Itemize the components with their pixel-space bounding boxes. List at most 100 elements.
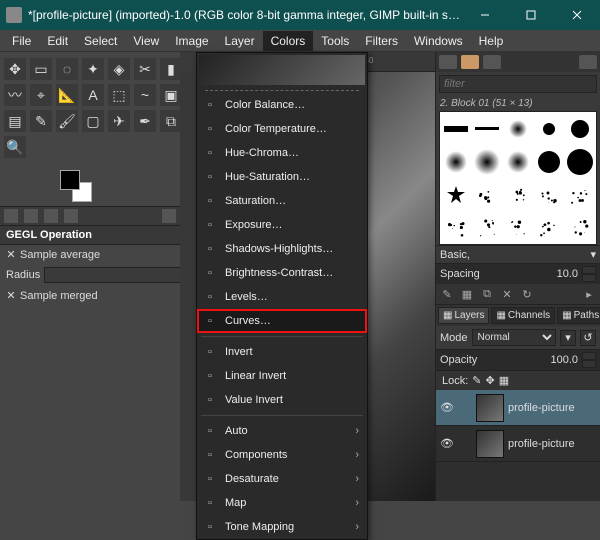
brush-item[interactable] (565, 211, 596, 244)
refresh-icon[interactable]: ↻ (520, 287, 534, 301)
tool-7[interactable]: 〰 (4, 84, 26, 106)
brush-item[interactable] (471, 178, 502, 211)
menu-item-auto[interactable]: ▫Auto› (197, 419, 367, 443)
tab-icon[interactable] (64, 209, 78, 223)
spacing-spinner[interactable] (582, 266, 596, 282)
menu-item-invert[interactable]: ▫Invert (197, 340, 367, 364)
menu-item-hue-chroma[interactable]: ▫Hue-Chroma… (197, 141, 367, 165)
menu-item-linear-invert[interactable]: ▫Linear Invert (197, 364, 367, 388)
tool-19[interactable]: ✒ (134, 110, 156, 132)
lock-pixels-icon[interactable]: ✎ (472, 374, 481, 387)
menu-tools[interactable]: Tools (313, 31, 357, 51)
brush-item[interactable] (502, 145, 533, 178)
edit-icon[interactable]: ✎ (440, 287, 454, 301)
tool-21[interactable]: 🔍 (4, 136, 26, 158)
tab-channels[interactable]: ▦Channels (491, 307, 555, 324)
menu-layer[interactable]: Layer (217, 31, 263, 51)
brush-item[interactable] (440, 178, 471, 211)
brush-item[interactable] (565, 178, 596, 211)
sample-merged-row[interactable]: ✕ Sample merged (0, 286, 180, 305)
menu-item-hue-saturation[interactable]: ▫Hue-Saturation… (197, 165, 367, 189)
close-icon[interactable]: ✕ (6, 248, 16, 261)
tool-17[interactable]: ▢ (82, 110, 104, 132)
menu-item-map[interactable]: ▫Map› (197, 491, 367, 515)
menu-item-color-balance[interactable]: ▫Color Balance… (197, 93, 367, 117)
brush-item[interactable] (534, 145, 565, 178)
tool-2[interactable]: ◌ (56, 58, 78, 80)
brush-item[interactable] (440, 211, 471, 244)
visibility-icon[interactable]: 👁 (440, 401, 454, 414)
sample-average-row[interactable]: ✕ Sample average (0, 245, 180, 264)
brush-item[interactable] (471, 211, 502, 244)
minimize-button[interactable] (462, 0, 508, 30)
tab-icon[interactable] (24, 209, 38, 223)
tool-3[interactable]: ✦ (82, 58, 104, 80)
tool-15[interactable]: ✎ (30, 110, 52, 132)
brush-item[interactable] (534, 211, 565, 244)
delete-icon[interactable]: ✕ (500, 287, 514, 301)
radius-input[interactable] (44, 267, 194, 283)
menu-item-curves[interactable]: ▫Curves… (197, 309, 367, 333)
menu-edit[interactable]: Edit (39, 31, 76, 51)
layer-row[interactable]: 👁profile-picture (436, 426, 600, 462)
tab-icon[interactable] (4, 209, 18, 223)
brush-item[interactable] (471, 112, 502, 145)
tool-20[interactable]: ⧉ (160, 110, 182, 132)
tab-paths[interactable]: ▦Paths (557, 307, 600, 324)
brush-item[interactable] (440, 112, 471, 145)
menu-filters[interactable]: Filters (357, 31, 406, 51)
tool-12[interactable]: ~ (134, 84, 156, 106)
menu-tearoff[interactable] (205, 87, 359, 91)
mode-select[interactable]: Normal (472, 329, 556, 346)
brush-item[interactable] (502, 211, 533, 244)
duplicate-icon[interactable]: ⧉ (480, 287, 494, 301)
tool-4[interactable]: ◈ (108, 58, 130, 80)
menu-item-tone-mapping[interactable]: ▫Tone Mapping› (197, 515, 367, 539)
menu-colors[interactable]: Colors (263, 31, 314, 51)
tool-11[interactable]: ⬚ (108, 84, 130, 106)
menu-view[interactable]: View (125, 31, 167, 51)
tool-5[interactable]: ✂ (134, 58, 156, 80)
menu-item-levels[interactable]: ▫Levels… (197, 285, 367, 309)
menu-item-components[interactable]: ▫Components› (197, 443, 367, 467)
brush-preset-row[interactable]: Basic, ▾ (436, 245, 600, 263)
dock-menu-icon[interactable] (162, 209, 176, 223)
layer-row[interactable]: 👁profile-picture (436, 390, 600, 426)
tab-icon[interactable] (44, 209, 58, 223)
tool-8[interactable]: ⌖ (30, 84, 52, 106)
tool-1[interactable]: ▭ (30, 58, 52, 80)
tool-14[interactable]: ▤ (4, 110, 26, 132)
menu-windows[interactable]: Windows (406, 31, 471, 51)
brush-item[interactable] (502, 112, 533, 145)
spacing-row[interactable]: Spacing 10.0 (436, 263, 600, 284)
reset-icon[interactable]: ↺ (580, 330, 596, 346)
dock-tab[interactable] (461, 55, 479, 69)
tool-0[interactable]: ✥ (4, 58, 26, 80)
fg-bg-colors[interactable] (60, 170, 92, 202)
new-icon[interactable]: ▦ (460, 287, 474, 301)
menu-item-value-invert[interactable]: ▫Value Invert (197, 388, 367, 412)
brush-item[interactable] (471, 145, 502, 178)
brush-item[interactable] (534, 112, 565, 145)
tool-6[interactable]: ▮ (160, 58, 182, 80)
opacity-spinner[interactable] (582, 352, 596, 368)
dock-tab[interactable] (439, 55, 457, 69)
menu-item-desaturate[interactable]: ▫Desaturate› (197, 467, 367, 491)
menu-select[interactable]: Select (76, 31, 125, 51)
brush-item[interactable] (440, 145, 471, 178)
menu-help[interactable]: Help (471, 31, 512, 51)
tool-16[interactable]: 🖌 (56, 110, 78, 132)
maximize-button[interactable] (508, 0, 554, 30)
brush-grid[interactable] (439, 111, 597, 245)
brush-item[interactable] (565, 145, 596, 178)
menu-item-saturation[interactable]: ▫Saturation… (197, 189, 367, 213)
dock-tab[interactable] (483, 55, 501, 69)
brush-filter-input[interactable] (439, 75, 597, 93)
lock-position-icon[interactable]: ✥ (486, 374, 495, 387)
brush-item[interactable] (565, 112, 596, 145)
menu-file[interactable]: File (4, 31, 39, 51)
tool-13[interactable]: ▣ (160, 84, 182, 106)
lock-alpha-icon[interactable]: ▦ (499, 374, 509, 387)
menu-icon[interactable]: ▸ (582, 287, 596, 301)
close-button[interactable] (554, 0, 600, 30)
